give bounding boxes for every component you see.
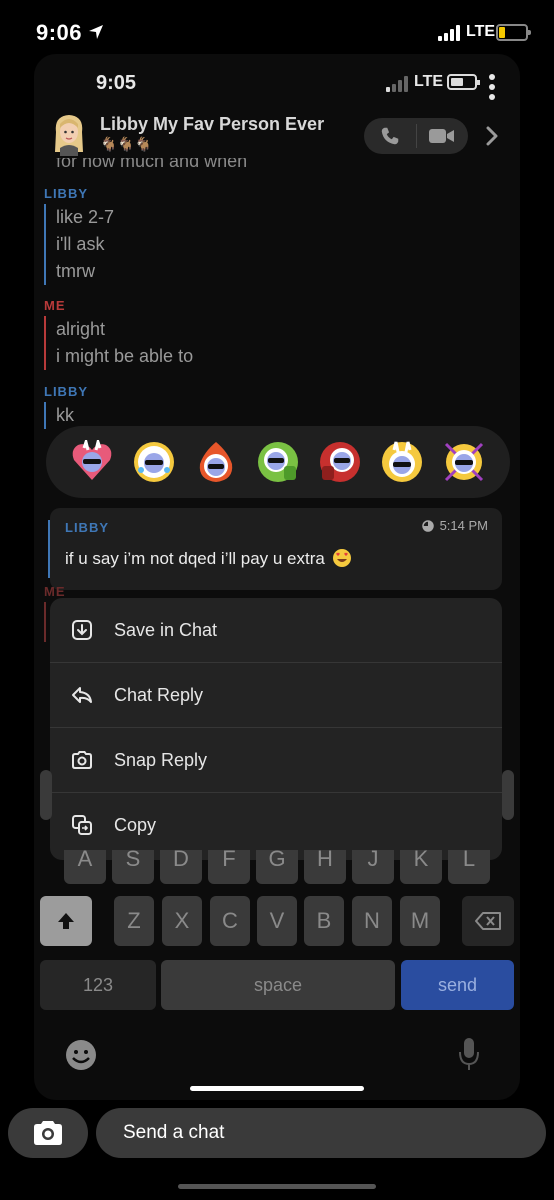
- inner-status-bar: 9:05 LTE: [34, 54, 520, 110]
- reply-icon: [72, 687, 92, 703]
- key[interactable]: H: [304, 850, 346, 884]
- heart-eyes-emoji-icon: [332, 549, 351, 567]
- thumbs-up-bitmoji-icon[interactable]: [256, 440, 300, 484]
- message-context-menu: Save in Chat Chat Reply Snap Reply Copy: [50, 598, 502, 860]
- message-text: tmrw: [56, 261, 95, 281]
- menu-item-label: Save in Chat: [114, 620, 218, 640]
- backspace-key[interactable]: [462, 896, 514, 946]
- location-arrow-icon: [89, 25, 103, 39]
- menu-item-chat-reply[interactable]: Chat Reply: [50, 663, 502, 728]
- video-call-icon[interactable]: [428, 127, 456, 145]
- message-text: kk: [56, 405, 74, 425]
- space-key[interactable]: space: [161, 960, 395, 1010]
- key[interactable]: F: [208, 850, 250, 884]
- chat-subtitle-emojis: 🐐🐐🐐: [100, 136, 153, 152]
- laugh-cry-bitmoji-icon[interactable]: [132, 440, 176, 484]
- message-group[interactable]: like 2-7 i'll ask tmrw: [44, 204, 114, 285]
- message-text: if u say i’m not dqed i’ll pay u extra: [65, 549, 325, 568]
- key[interactable]: K: [400, 850, 442, 884]
- reaction-bar: [46, 426, 510, 498]
- thumbs-down-bitmoji-icon[interactable]: [318, 440, 362, 484]
- message-text: i might be able to: [56, 346, 194, 366]
- smile-bitmoji-icon[interactable]: [380, 440, 424, 484]
- key[interactable]: A: [64, 850, 106, 884]
- send-chat-placeholder: Send a chat: [123, 1122, 225, 1143]
- save-icon: [72, 620, 92, 640]
- inner-network-label: LTE: [414, 73, 444, 90]
- menu-item-label: Snap Reply: [114, 750, 208, 770]
- shift-arrow-icon: [58, 913, 74, 929]
- key[interactable]: L: [448, 850, 490, 884]
- backspace-icon: [475, 912, 501, 930]
- home-indicator: [190, 1086, 364, 1091]
- send-key[interactable]: send: [401, 960, 514, 1010]
- surprised-bitmoji-icon[interactable]: [442, 440, 486, 484]
- copy-icon: [72, 815, 92, 835]
- home-indicator: [178, 1184, 376, 1189]
- chat-header: Libby My Fav Person Ever 🐐🐐🐐: [34, 110, 520, 162]
- sender-label: LIBBY: [44, 384, 88, 399]
- bitmoji-avatar[interactable]: [52, 112, 86, 156]
- message-text: i'll ask: [56, 234, 105, 254]
- selected-message-card[interactable]: LIBBY 5:14 PM if u say i’m not dqed i’ll…: [48, 508, 502, 590]
- sender-label: LIBBY: [44, 186, 88, 201]
- menu-item-copy[interactable]: Copy: [50, 793, 502, 858]
- key[interactable]: V: [257, 896, 297, 946]
- message-text: alright: [56, 319, 106, 339]
- microphone-icon[interactable]: [458, 1036, 480, 1072]
- keyboard-row-2: A S D F G H J K L: [64, 850, 504, 884]
- send-chat-input[interactable]: Send a chat: [96, 1108, 546, 1158]
- outer-clock: 9:06: [36, 20, 83, 45]
- menu-item-label: Copy: [114, 815, 157, 835]
- message-group[interactable]: alright i might be able to: [44, 316, 193, 370]
- signal-icon: [438, 25, 460, 41]
- key[interactable]: J: [352, 850, 394, 884]
- camera-icon: [72, 751, 92, 769]
- selected-message-text-row: if u say i’m not dqed i’ll pay u extra: [65, 548, 352, 569]
- menu-item-save-in-chat[interactable]: Save in Chat: [50, 598, 502, 663]
- battery-icon: [447, 74, 480, 90]
- outer-network-label: LTE: [466, 23, 496, 40]
- emoji-keyboard-icon[interactable]: [64, 1038, 98, 1072]
- camera-button[interactable]: [8, 1108, 88, 1158]
- key[interactable]: B: [304, 896, 344, 946]
- key[interactable]: N: [352, 896, 392, 946]
- chevron-right-icon[interactable]: [484, 124, 500, 148]
- heart-bitmoji-icon[interactable]: [70, 440, 114, 484]
- key[interactable]: G: [256, 850, 298, 884]
- key[interactable]: M: [400, 896, 440, 946]
- chat-screen: 9:05 LTE Libby My Fav Person Ever 🐐🐐🐐 fo…: [34, 54, 520, 1100]
- battery-icon: [496, 24, 531, 41]
- key[interactable]: D: [160, 850, 202, 884]
- message-time: 5:14 PM: [439, 518, 488, 533]
- message-text: for how much and when: [56, 158, 248, 170]
- key[interactable]: C: [210, 896, 250, 946]
- phone-call-icon[interactable]: [378, 125, 402, 147]
- timer-icon: [421, 519, 434, 532]
- sender-label: ME: [44, 584, 66, 599]
- message-text: like 2-7: [56, 207, 115, 227]
- menu-item-snap-reply[interactable]: Snap Reply: [50, 728, 502, 793]
- menu-item-label: Chat Reply: [114, 685, 204, 705]
- message-timestamp: 5:14 PM: [421, 518, 488, 533]
- signal-icon: [386, 76, 408, 92]
- chat-title[interactable]: Libby My Fav Person Ever: [100, 114, 324, 135]
- fire-bitmoji-icon[interactable]: [194, 440, 238, 484]
- camera-icon: [34, 1121, 62, 1145]
- shift-key[interactable]: [40, 896, 92, 946]
- key[interactable]: S: [112, 850, 154, 884]
- sender-label: LIBBY: [65, 520, 109, 535]
- inner-clock: 9:05: [96, 72, 137, 94]
- key[interactable]: Z: [114, 896, 154, 946]
- key[interactable]: X: [162, 896, 202, 946]
- numbers-key[interactable]: 123: [40, 960, 156, 1010]
- more-options-icon[interactable]: [488, 74, 496, 104]
- message-group[interactable]: kk: [44, 402, 74, 429]
- call-controls: [364, 118, 468, 154]
- sender-label: ME: [44, 298, 66, 313]
